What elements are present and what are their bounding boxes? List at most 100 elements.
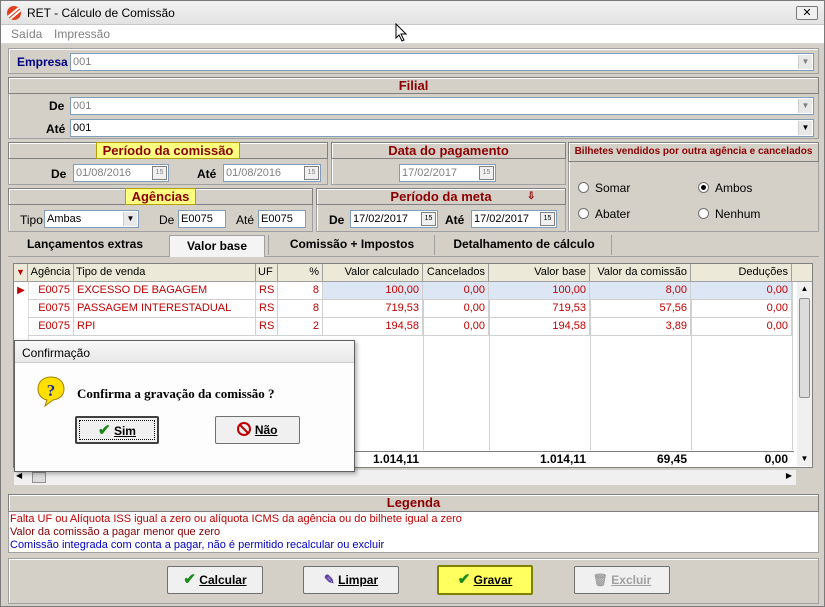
question-icon: ?	[37, 376, 65, 407]
table-cell[interactable]: E0075	[28, 300, 74, 318]
table-cell[interactable]: 2	[278, 318, 323, 336]
tab-comissao-impostos[interactable]: Comissão + Impostos	[273, 234, 431, 256]
chevron-down-icon[interactable]: ▼	[798, 121, 812, 135]
total-valor-base: 1.014,11	[539, 452, 586, 466]
table-cell[interactable]: 0,00	[423, 318, 489, 336]
table-cell[interactable]: 8	[278, 300, 323, 318]
table-cell[interactable]: 100,00	[323, 282, 423, 300]
tab-detalhamento-calculo[interactable]: Detalhamento de cálculo	[441, 234, 607, 256]
filial-ate-select[interactable]: 001 ▼	[70, 119, 814, 137]
tab-valor-base[interactable]: Valor base	[169, 235, 265, 257]
chevron-down-icon[interactable]: ▼	[123, 212, 137, 226]
table-cell[interactable]: 0,00	[691, 318, 792, 336]
table-cell[interactable]: EXCESSO DE BAGAGEM	[74, 282, 256, 300]
scroll-left-icon[interactable]: ◀	[16, 471, 22, 480]
limpar-button[interactable]: ✎ Limpar	[303, 566, 399, 594]
data-pagamento-field[interactable]: 17/02/2017 15	[399, 164, 496, 182]
calendar-icon[interactable]: 15	[540, 212, 555, 226]
close-button[interactable]: ✕	[796, 6, 818, 20]
agencias-ate-field[interactable]: E0075	[258, 210, 306, 228]
empresa-select[interactable]: 001 ▼	[70, 53, 814, 71]
calendar-icon[interactable]: 15	[479, 166, 494, 180]
col-valor-calculado[interactable]: Valor calculado	[323, 264, 423, 282]
table-cell[interactable]: 0,00	[691, 300, 792, 318]
table-cell[interactable]: 0,00	[423, 282, 489, 300]
table-cell[interactable]: 0,00	[423, 300, 489, 318]
radio-somar[interactable]	[578, 182, 589, 193]
menu-saida[interactable]: Saída	[11, 27, 42, 41]
table-cell[interactable]: RS	[256, 300, 278, 318]
agencias-tipo-value: Ambas	[47, 213, 82, 225]
periodo-comissao-ate-field[interactable]: 01/08/2016 15	[223, 164, 321, 182]
hscroll-thumb[interactable]	[32, 472, 46, 483]
dialog-no-button[interactable]: Não	[215, 416, 300, 444]
data-pagamento-value: 17/02/2017	[402, 167, 458, 179]
radio-abater-label: Abater	[595, 207, 631, 221]
table-cell[interactable]: 100,00	[489, 282, 590, 300]
col-cancelados[interactable]: Cancelados	[423, 264, 489, 282]
col-valor-comissao[interactable]: Valor da comissão	[590, 264, 691, 282]
col-percent[interactable]: %	[278, 264, 323, 282]
table-cell[interactable]: 8	[278, 282, 323, 300]
table-cell[interactable]: 8,00	[590, 282, 691, 300]
limpar-label: Limpar	[338, 573, 379, 587]
chevron-down-icon[interactable]: ▼	[798, 99, 812, 113]
periodo-comissao-de-field[interactable]: 01/08/2016 15	[73, 164, 169, 182]
check-icon: ✔	[457, 571, 471, 588]
agencias-de-field[interactable]: E0075	[178, 210, 226, 228]
col-agencia[interactable]: Agência	[28, 264, 74, 282]
table-cell[interactable]: E0075	[28, 282, 74, 300]
col-valor-base[interactable]: Valor base	[489, 264, 590, 282]
table-cell[interactable]: 194,58	[323, 318, 423, 336]
agencias-tipo-label: Tipo	[20, 213, 43, 227]
calendar-icon[interactable]: 15	[152, 166, 167, 180]
calendar-icon[interactable]: 15	[304, 166, 319, 180]
sort-arrow-icon[interactable]: ▼	[14, 264, 28, 282]
focus-rect	[79, 420, 155, 440]
scroll-up-icon[interactable]: ▲	[797, 284, 812, 293]
calcular-label: Calcular	[199, 573, 247, 587]
calendar-icon[interactable]: 15	[421, 212, 436, 226]
tab-lancamentos-extras[interactable]: Lançamentos extras	[15, 234, 155, 256]
table-cell[interactable]: RS	[256, 318, 278, 336]
gravar-button[interactable]: ✔ Gravar	[437, 565, 533, 595]
table-cell[interactable]: 57,56	[590, 300, 691, 318]
filial-de-select[interactable]: 001 ▼	[70, 97, 814, 115]
table-cell[interactable]: 719,53	[489, 300, 590, 318]
periodo-meta-ate-label: Até	[445, 213, 465, 227]
periodo-meta-de-label: De	[329, 213, 345, 227]
chevron-down-icon[interactable]: ▼	[798, 55, 812, 69]
periodo-meta-header: Período da meta ⇩	[316, 188, 566, 205]
empresa-value: 001	[73, 56, 92, 68]
filial-ate-value: 001	[73, 122, 92, 134]
check-icon: ✔	[183, 571, 196, 588]
table-cell[interactable]: E0075	[28, 318, 74, 336]
legend-item-1: Falta UF ou Alíquota ISS igual a zero ou…	[10, 513, 462, 525]
col-deducoes[interactable]: Deduções	[691, 264, 792, 282]
table-cell[interactable]: RPI	[74, 318, 256, 336]
radio-ambos[interactable]	[698, 182, 709, 193]
periodo-meta-de-field[interactable]: 17/02/2017 15	[350, 210, 438, 228]
periodo-meta-ate-value: 17/02/2017	[474, 213, 530, 225]
col-tipo-venda[interactable]: Tipo de venda	[74, 264, 256, 282]
periodo-meta-ate-field[interactable]: 17/02/2017 15	[471, 210, 557, 228]
radio-abater[interactable]	[578, 208, 589, 219]
col-uf[interactable]: UF	[256, 264, 278, 282]
table-cell[interactable]: PASSAGEM INTERESTADUAL	[74, 300, 256, 318]
vertical-scrollbar[interactable]: ▲ ▼	[797, 282, 812, 466]
legend-item-3: Comissão integrada com conta a pagar, nã…	[10, 539, 385, 551]
dialog-yes-button[interactable]: ✔ Sim	[75, 416, 159, 444]
excluir-button[interactable]: 🗑 Excluir	[574, 566, 670, 594]
calcular-button[interactable]: ✔ Calcular	[167, 566, 263, 594]
radio-nenhum[interactable]	[698, 208, 709, 219]
table-cell[interactable]: 719,53	[323, 300, 423, 318]
menu-impressao[interactable]: Impressão	[54, 27, 110, 41]
table-cell[interactable]: 0,00	[691, 282, 792, 300]
table-cell[interactable]: 3,89	[590, 318, 691, 336]
scroll-right-icon[interactable]: ▶	[786, 471, 792, 480]
scrollbar-thumb[interactable]	[799, 298, 810, 398]
scroll-down-icon[interactable]: ▼	[797, 454, 812, 463]
table-cell[interactable]: RS	[256, 282, 278, 300]
table-cell[interactable]: 194,58	[489, 318, 590, 336]
agencias-tipo-select[interactable]: Ambas ▼	[44, 210, 139, 228]
